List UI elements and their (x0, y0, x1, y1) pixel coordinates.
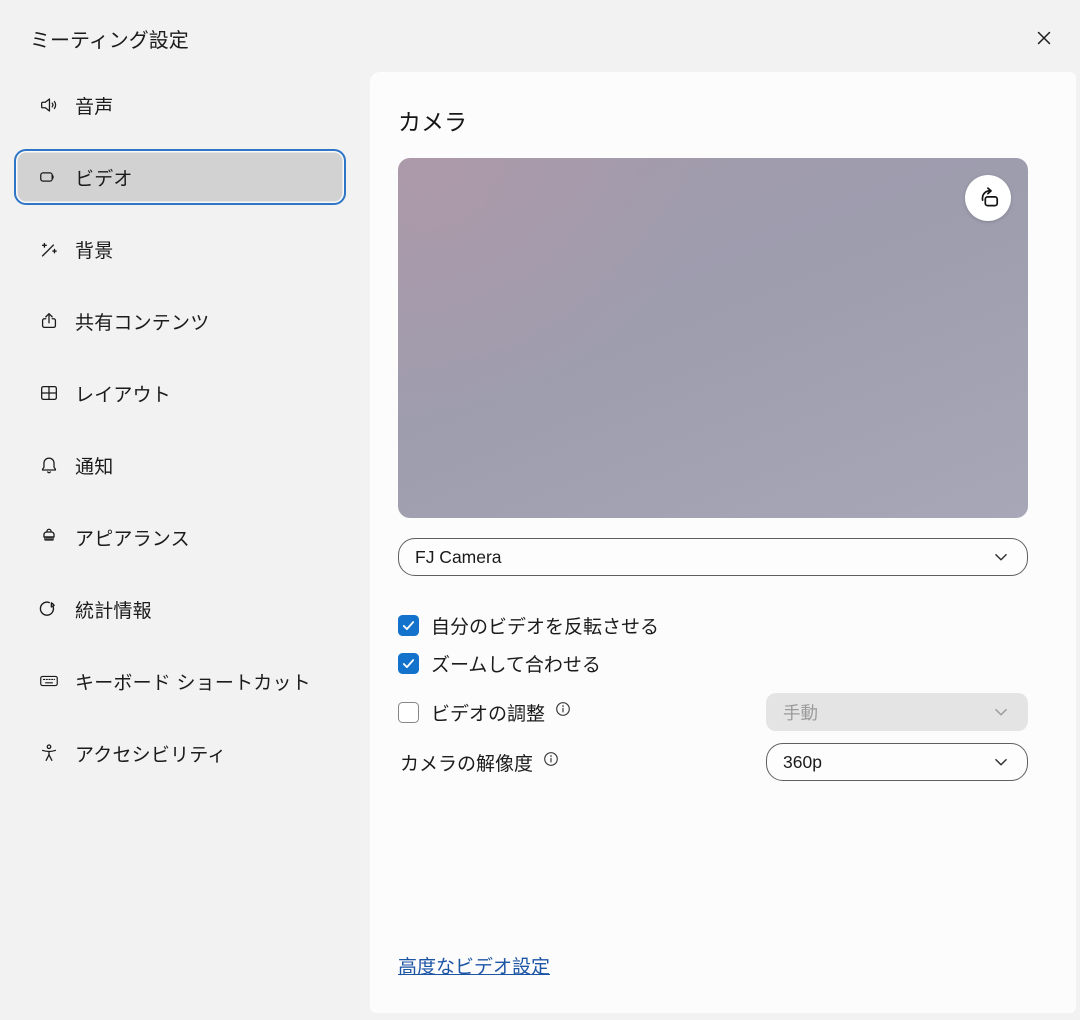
pie-chart-icon (38, 598, 60, 620)
sidebar-item-label: アピアランス (75, 524, 190, 551)
magic-wand-icon (38, 238, 60, 260)
settings-sidebar: 音声 ビデオ 背景 共有コンテンツ (0, 77, 370, 797)
camera-preview (398, 158, 1028, 518)
video-adjust-checkbox[interactable] (398, 702, 419, 723)
chevron-down-icon (990, 546, 1012, 568)
share-content-icon (38, 310, 60, 332)
sidebar-item-label: レイアウト (75, 380, 171, 407)
sidebar-item-label: 通知 (75, 452, 113, 479)
advanced-video-settings-link[interactable]: 高度なビデオ設定 (398, 952, 550, 979)
rotate-camera-button[interactable] (965, 175, 1011, 221)
sidebar-item-label: キーボード ショートカット (75, 668, 311, 695)
zoom-to-fit-checkbox[interactable] (398, 653, 419, 674)
camera-device-select[interactable]: FJ Camera (398, 538, 1028, 576)
zoom-to-fit-row: ズームして合わせる (398, 650, 1028, 676)
video-adjust-mode-value: 手動 (783, 700, 818, 725)
info-icon[interactable] (554, 700, 572, 718)
sidebar-item-layout[interactable]: レイアウト (14, 365, 346, 421)
zoom-to-fit-label: ズームして合わせる (431, 650, 601, 677)
video-adjust-label: ビデオの調整 (431, 699, 545, 726)
sidebar-item-background[interactable]: 背景 (14, 221, 346, 277)
accessibility-icon (38, 742, 60, 764)
sidebar-item-notifications[interactable]: 通知 (14, 437, 346, 493)
close-button[interactable] (1028, 22, 1060, 54)
mirror-video-label: 自分のビデオを反転させる (431, 612, 659, 639)
video-camera-icon (38, 166, 60, 188)
page-title: カメラ (398, 106, 1028, 138)
info-icon[interactable] (542, 750, 560, 768)
camera-resolution-select[interactable]: 360p (766, 743, 1028, 781)
mirror-video-checkbox[interactable] (398, 615, 419, 636)
sidebar-item-label: アクセシビリティ (75, 740, 227, 767)
sidebar-item-keyboard-shortcuts[interactable]: キーボード ショートカット (14, 653, 346, 709)
sidebar-item-appearance[interactable]: アピアランス (14, 509, 346, 565)
sidebar-item-accessibility[interactable]: アクセシビリティ (14, 725, 346, 781)
camera-resolution-value: 360p (783, 752, 822, 773)
sidebar-item-label: 統計情報 (75, 596, 152, 623)
layout-grid-icon (38, 382, 60, 404)
close-icon (1033, 27, 1055, 49)
chevron-down-icon (990, 751, 1012, 773)
rotate-camera-icon (975, 185, 1001, 211)
sidebar-item-video[interactable]: ビデオ (14, 149, 346, 205)
video-settings-panel: カメラ FJ Camera 自分のビデオを反転させる (370, 72, 1076, 1013)
camera-device-value: FJ Camera (415, 547, 502, 568)
mirror-video-row: 自分のビデオを反転させる (398, 612, 1028, 638)
window-title: ミーティング設定 (30, 24, 189, 53)
sidebar-item-label: 背景 (75, 236, 113, 263)
bell-icon (38, 454, 60, 476)
sidebar-item-statistics[interactable]: 統計情報 (14, 581, 346, 637)
video-adjust-row: ビデオの調整 手動 (398, 693, 1028, 731)
speaker-icon (38, 94, 60, 116)
paintbrush-icon (38, 526, 60, 548)
keyboard-icon (38, 670, 60, 692)
sidebar-item-label: 音声 (75, 92, 113, 119)
video-adjust-mode-select: 手動 (766, 693, 1028, 731)
sidebar-item-label: ビデオ (75, 164, 133, 191)
sidebar-item-label: 共有コンテンツ (75, 308, 209, 335)
camera-resolution-row: カメラの解像度 360p (398, 743, 1028, 781)
chevron-down-icon (990, 701, 1012, 723)
camera-resolution-label: カメラの解像度 (400, 749, 533, 776)
sidebar-item-audio[interactable]: 音声 (14, 77, 346, 133)
sidebar-item-shared-content[interactable]: 共有コンテンツ (14, 293, 346, 349)
